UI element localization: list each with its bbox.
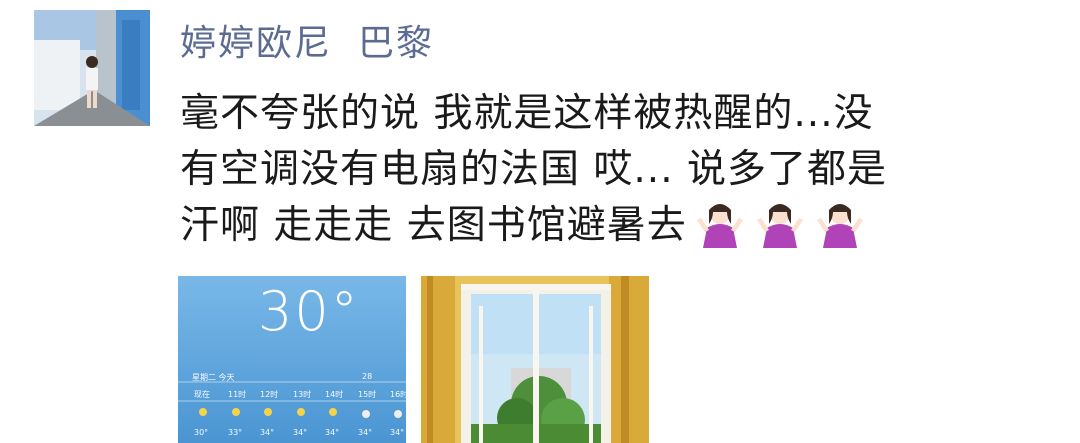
shrugging-woman-emoji-icon — [816, 204, 863, 248]
post-text-line: 汗啊 走走走 去图书馆避暑去 — [180, 198, 1010, 254]
hour-label: 14时 — [325, 390, 344, 399]
post-text-line-content: 汗啊 走走走 去图书馆避暑去 — [180, 203, 687, 248]
window-photo[interactable] — [421, 276, 649, 443]
hour-label: 12时 — [260, 390, 279, 399]
window-photo-image — [421, 276, 649, 443]
post-header: 婷婷欧尼 巴黎 — [180, 14, 434, 70]
hour-label: 现在 — [194, 390, 210, 399]
location-label[interactable]: 巴黎 — [358, 23, 434, 64]
hour-temp: 33° — [228, 428, 243, 437]
avatar[interactable] — [34, 10, 150, 126]
hour-label: 16时 — [390, 390, 406, 399]
high-temp: 28 — [362, 372, 373, 381]
hour-temp: 34° — [293, 428, 308, 437]
hour-label: 13时 — [293, 390, 312, 399]
hour-temp: 34° — [260, 428, 275, 437]
avatar-image — [34, 10, 150, 126]
weather-photo[interactable]: 30° 星期二 今天 28 现在 11时 12时 13时 14时 15时 16时… — [178, 276, 406, 443]
user-name[interactable]: 婷婷欧尼 — [180, 23, 332, 64]
hour-temp: 34° — [358, 428, 373, 437]
hour-temp: 34° — [325, 428, 340, 437]
hour-label: 11时 — [228, 390, 247, 399]
hour-label: 15时 — [358, 390, 377, 399]
temperature-value: 30° — [258, 280, 360, 343]
hour-temp: 30° — [194, 428, 209, 437]
post-text-line: 毫不夸张的说 我就是这样被热醒的...没 — [180, 91, 874, 136]
shrugging-woman-emoji-icon — [696, 204, 743, 248]
post-text-line: 有空调没有电扇的法国 哎... 说多了都是 — [180, 147, 887, 192]
day-label: 星期二 今天 — [192, 373, 235, 382]
post-text: 毫不夸张的说 我就是这样被热醒的...没 有空调没有电扇的法国 哎... 说多了… — [180, 86, 1010, 254]
shrugging-woman-emoji-icon — [756, 204, 803, 248]
hour-temp: 34° — [390, 428, 405, 437]
